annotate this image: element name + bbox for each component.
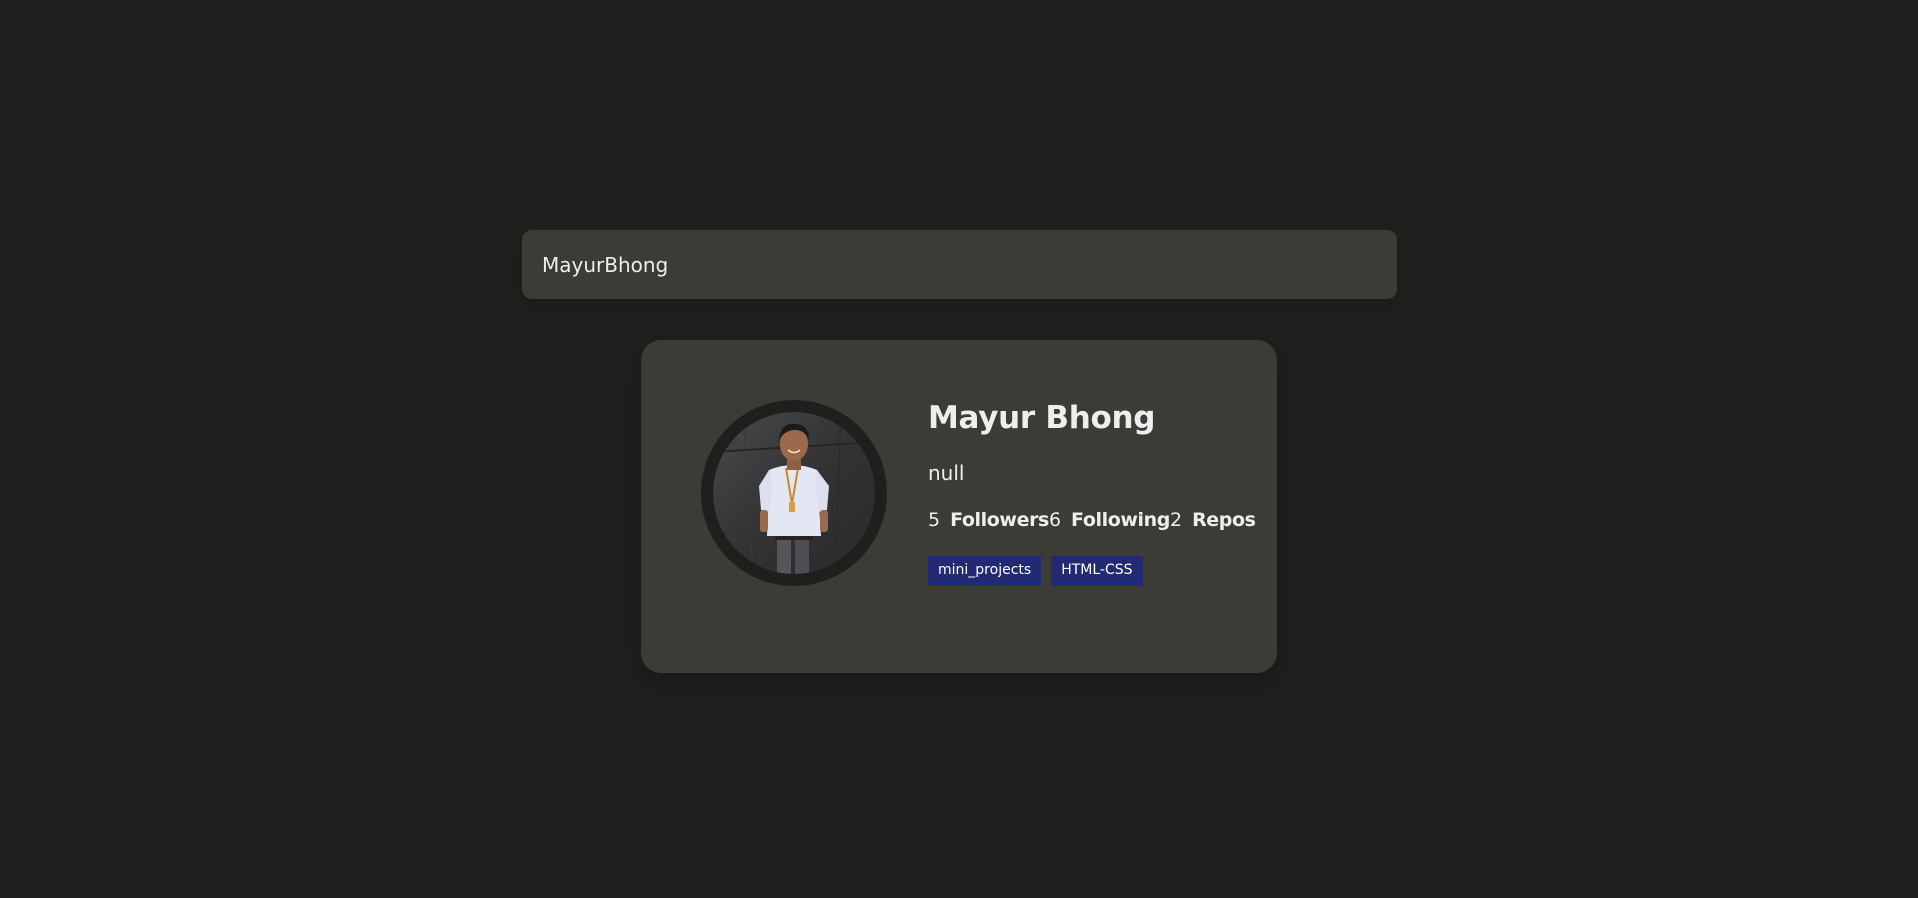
avatar bbox=[713, 412, 875, 574]
avatar-frame bbox=[701, 400, 887, 586]
stats-list: 5 Followers 6 Following 2 Repos bbox=[928, 509, 1256, 532]
repo-link-html-css[interactable]: HTML-CSS bbox=[1051, 555, 1143, 587]
following-label: Following bbox=[1071, 509, 1170, 532]
following-count: 6 bbox=[1048, 509, 1062, 532]
repo-list: mini_projects HTML-CSS bbox=[928, 555, 1248, 587]
user-info: Mayur Bhong null 5 Followers 6 Following… bbox=[928, 400, 1256, 587]
user-bio: null bbox=[928, 461, 965, 486]
repo-link-mini-projects[interactable]: mini_projects bbox=[928, 555, 1042, 587]
followers-label: Followers bbox=[950, 509, 1049, 532]
profile-card: Mayur Bhong null 5 Followers 6 Following… bbox=[641, 340, 1277, 673]
page: Mayur Bhong null 5 Followers 6 Following… bbox=[0, 0, 1918, 898]
search-input[interactable] bbox=[522, 230, 1397, 299]
repos-label: Repos bbox=[1192, 509, 1256, 532]
repos-count: 2 bbox=[1169, 509, 1183, 532]
search-form bbox=[522, 230, 1397, 299]
repos-stat: 2 Repos bbox=[1170, 509, 1256, 532]
following-stat: 6 Following bbox=[1049, 509, 1170, 532]
followers-count: 5 bbox=[928, 509, 941, 532]
followers-stat: 5 Followers bbox=[928, 509, 1049, 532]
user-name: Mayur Bhong bbox=[928, 400, 1156, 436]
